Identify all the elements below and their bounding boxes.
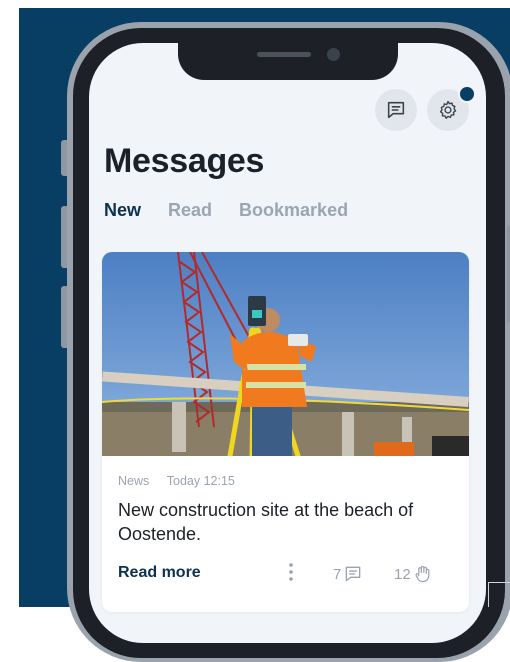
divider [488,582,489,607]
tab-new[interactable]: New [104,200,141,221]
phone-mute-switch [61,140,67,176]
gear-icon [439,100,457,119]
news-headline: New construction site at the beach of Oo… [118,500,414,544]
tab-bookmarked[interactable]: Bookmarked [239,200,348,221]
read-more-link[interactable]: Read more [118,564,201,582]
comments-count-value: 7 [333,565,342,583]
chat-button[interactable] [375,89,417,131]
reactions-count[interactable]: 12 [394,564,433,584]
notification-badge [458,85,476,103]
comments-count[interactable]: 7 [333,564,363,584]
phone-volume-up [61,206,67,268]
news-card[interactable]: News Today 12:15 New construction site a… [102,252,469,612]
tab-read[interactable]: Read [168,200,212,221]
chat-icon [387,101,405,119]
page-title: Messages [104,142,265,180]
clap-hand-icon [415,565,430,583]
news-category: News [118,474,150,488]
message-tabs: New Read Bookmarked [104,200,348,221]
news-meta: News Today 12:15 [118,474,235,488]
news-timestamp: Today 12:15 [166,474,235,488]
phone-volume-down [61,286,67,348]
reactions-count-value: 12 [394,565,411,583]
phone-speaker [257,52,311,57]
divider [488,582,510,583]
phone-notch [178,43,398,80]
more-options-icon[interactable] [288,561,294,583]
construction-surveyor-photo [102,252,469,456]
comment-icon [346,566,361,582]
phone-camera [327,48,340,61]
